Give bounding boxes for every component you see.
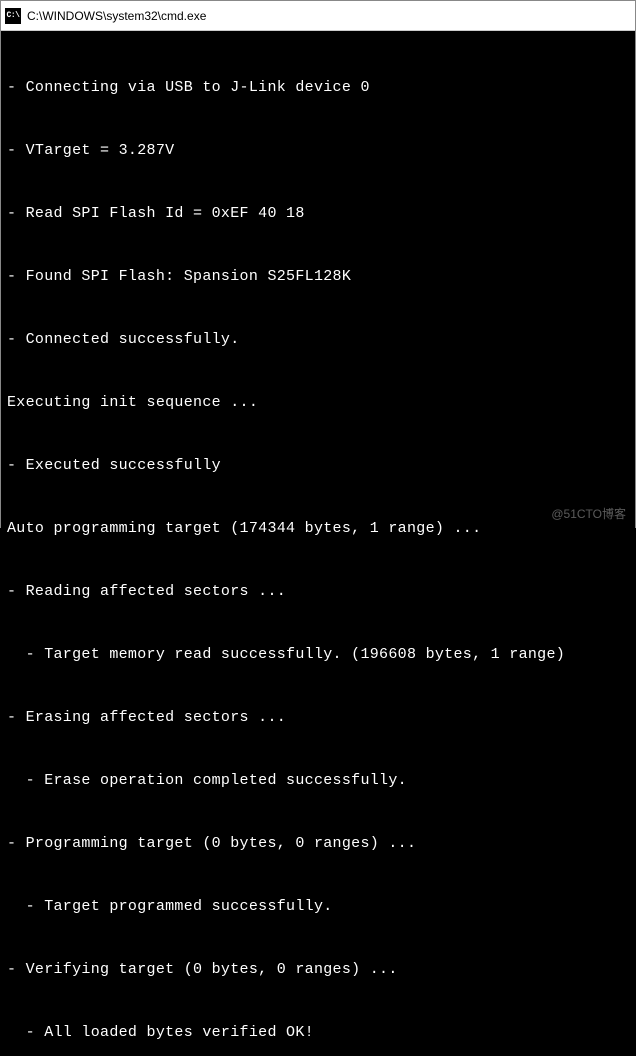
terminal-output: - Connecting via USB to J-Link device 0 … [1, 31, 635, 1056]
terminal-line: Executing init sequence ... [7, 392, 629, 413]
terminal-line: - Target memory read successfully. (1966… [7, 644, 629, 665]
terminal-line: - All loaded bytes verified OK! [7, 1022, 629, 1043]
terminal-line: - Programming target (0 bytes, 0 ranges)… [7, 833, 629, 854]
terminal-line: - Connecting via USB to J-Link device 0 [7, 77, 629, 98]
terminal-line: - VTarget = 3.287V [7, 140, 629, 161]
terminal-line: - Executed successfully [7, 455, 629, 476]
terminal-line: - Erasing affected sectors ... [7, 707, 629, 728]
window-title: C:\WINDOWS\system32\cmd.exe [27, 9, 206, 23]
window-titlebar[interactable]: C:\ C:\WINDOWS\system32\cmd.exe [1, 1, 635, 31]
terminal-line: - Verifying target (0 bytes, 0 ranges) .… [7, 959, 629, 980]
cmd-icon: C:\ [5, 8, 21, 24]
terminal-line: - Connected successfully. [7, 329, 629, 350]
terminal-line: - Found SPI Flash: Spansion S25FL128K [7, 266, 629, 287]
terminal-line: - Read SPI Flash Id = 0xEF 40 18 [7, 203, 629, 224]
terminal-line: - Erase operation completed successfully… [7, 770, 629, 791]
terminal-line: - Target programmed successfully. [7, 896, 629, 917]
terminal-line: Auto programming target (174344 bytes, 1… [7, 518, 629, 539]
terminal-line: - Reading affected sectors ... [7, 581, 629, 602]
